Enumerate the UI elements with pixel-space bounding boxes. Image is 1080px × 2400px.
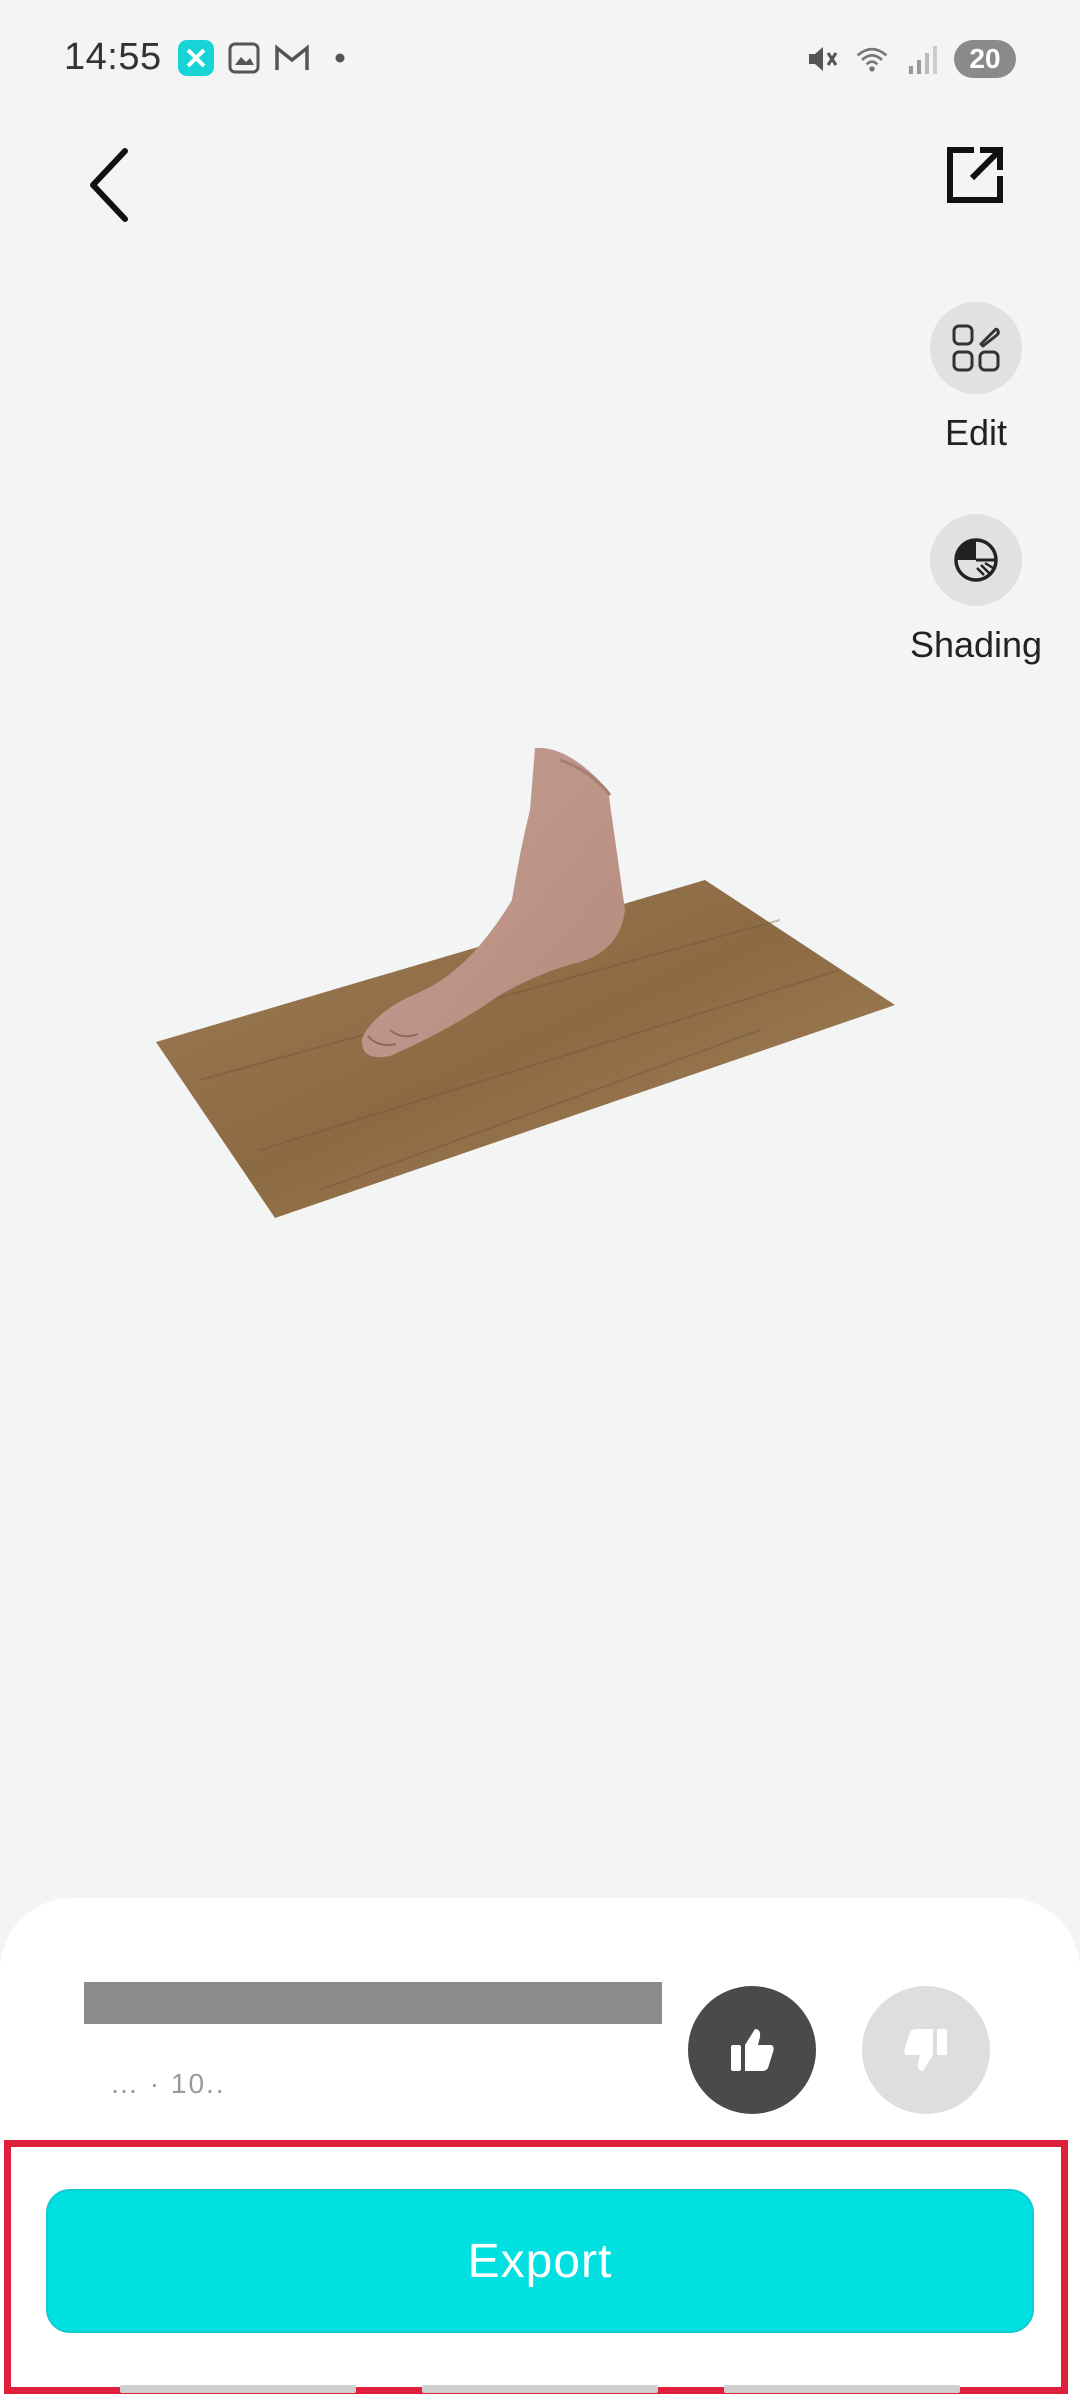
nav-hints [0,2385,1080,2400]
shading-icon [954,538,998,582]
thumbs-up-icon [731,2029,774,2071]
share-button[interactable] [930,130,1020,220]
back-button[interactable] [70,140,150,230]
feedback-subtext: … · 10.. [110,2068,226,2099]
status-notification-icons [178,40,358,76]
gmail-icon [274,40,310,76]
export-button[interactable]: Export [46,2189,1034,2333]
feedback-prompt-bar [84,1982,662,2024]
shading-tool-circle[interactable] [930,514,1022,606]
edit-tool-label: Edit [944,412,1008,453]
nav-hint-right [724,2385,960,2393]
dot-icon [322,40,358,76]
edit-tool-circle[interactable] [930,302,1022,394]
foot-scan-model [156,747,895,1218]
wifi-icon [854,41,890,77]
edit-tool[interactable]: Edit [886,302,1066,454]
nav-hint-left [120,2385,356,2393]
battery-icon: 20 [954,40,1016,78]
shading-tool-label: Shading [909,624,1043,665]
thumbs-up-button[interactable] [688,1986,816,2114]
signal-icon [904,41,940,77]
mute-icon [804,41,840,77]
photo-icon [226,40,262,76]
status-bar: 14:55 20 [0,0,1080,120]
thumbs-down-icon [904,2029,947,2071]
status-time: 14:55 [64,36,162,78]
grid-edit-icon [952,324,1000,372]
status-system-icons: 20 [804,40,1016,78]
model-viewport[interactable] [140,700,920,1240]
thumbs-down-button[interactable] [862,1986,990,2114]
shading-tool[interactable]: Shading [886,514,1066,666]
share-external-icon [947,147,1003,203]
nav-hint-center [422,2385,658,2393]
app-icon [178,40,214,76]
chevron-left-icon [90,148,128,222]
